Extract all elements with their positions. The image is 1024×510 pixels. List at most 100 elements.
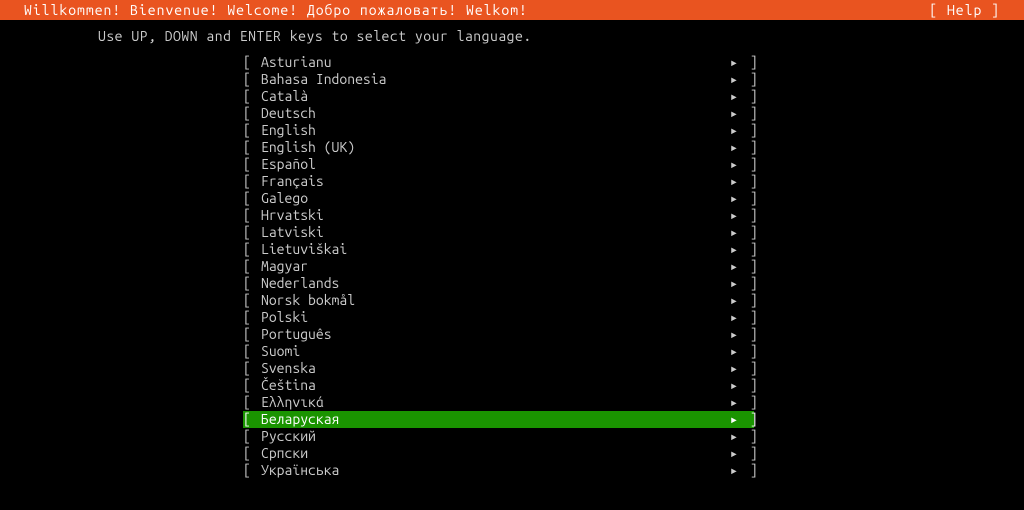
bracket-right: ] [742, 156, 754, 173]
bracket-right: ] [742, 207, 754, 224]
chevron-right-icon: ▸ [726, 139, 742, 156]
chevron-right-icon: ▸ [726, 258, 742, 275]
header-title: Willkommen! Bienvenue! Welcome! Добро по… [16, 0, 528, 20]
language-option[interactable]: [ Nederlands▸ ] [243, 275, 754, 292]
bracket-right: ] [742, 88, 754, 105]
language-option[interactable]: [ Polski▸ ] [243, 309, 754, 326]
language-option[interactable]: [ Català▸ ] [243, 88, 754, 105]
language-option[interactable]: [ Galego▸ ] [243, 190, 754, 207]
bracket-right: ] [742, 411, 754, 428]
language-option[interactable]: [ Français▸ ] [243, 173, 754, 190]
bracket-left: [ [243, 88, 261, 105]
bracket-left: [ [243, 173, 261, 190]
chevron-right-icon: ▸ [726, 71, 742, 88]
language-name: Nederlands [261, 275, 726, 292]
bracket-left: [ [243, 275, 261, 292]
bracket-left: [ [243, 139, 261, 156]
chevron-right-icon: ▸ [726, 462, 742, 479]
language-name: Galego [261, 190, 726, 207]
language-name: English (UK) [261, 139, 726, 156]
bracket-left: [ [243, 122, 261, 139]
bracket-left: [ [243, 343, 261, 360]
chevron-right-icon: ▸ [726, 88, 742, 105]
help-button[interactable]: [ Help ] [929, 0, 1008, 20]
bracket-right: ] [742, 326, 754, 343]
bracket-left: [ [243, 411, 261, 428]
bracket-right: ] [742, 105, 754, 122]
chevron-right-icon: ▸ [726, 309, 742, 326]
chevron-right-icon: ▸ [726, 445, 742, 462]
bracket-right: ] [742, 71, 754, 88]
instruction-text: Use UP, DOWN and ENTER keys to select yo… [0, 20, 1024, 54]
bracket-left: [ [243, 190, 261, 207]
language-name: Français [261, 173, 726, 190]
chevron-right-icon: ▸ [726, 343, 742, 360]
chevron-right-icon: ▸ [726, 360, 742, 377]
bracket-left: [ [243, 360, 261, 377]
language-option[interactable]: [ Asturianu▸ ] [243, 54, 754, 71]
chevron-right-icon: ▸ [726, 54, 742, 71]
language-name: Polski [261, 309, 726, 326]
language-name: Español [261, 156, 726, 173]
chevron-right-icon: ▸ [726, 122, 742, 139]
chevron-right-icon: ▸ [726, 275, 742, 292]
language-option[interactable]: [ Deutsch▸ ] [243, 105, 754, 122]
chevron-right-icon: ▸ [726, 207, 742, 224]
language-option[interactable]: [ English (UK)▸ ] [243, 139, 754, 156]
language-name: Català [261, 88, 726, 105]
language-option[interactable]: [ Čeština▸ ] [243, 377, 754, 394]
bracket-right: ] [742, 309, 754, 326]
bracket-left: [ [243, 105, 261, 122]
bracket-left: [ [243, 224, 261, 241]
chevron-right-icon: ▸ [726, 428, 742, 445]
bracket-right: ] [742, 428, 754, 445]
language-option[interactable]: [ Русский▸ ] [243, 428, 754, 445]
bracket-left: [ [243, 377, 261, 394]
bracket-right: ] [742, 394, 754, 411]
language-option[interactable]: [ English▸ ] [243, 122, 754, 139]
bracket-right: ] [742, 122, 754, 139]
bracket-left: [ [243, 394, 261, 411]
bracket-right: ] [742, 377, 754, 394]
bracket-left: [ [243, 71, 261, 88]
bracket-left: [ [243, 326, 261, 343]
bracket-right: ] [742, 343, 754, 360]
bracket-left: [ [243, 156, 261, 173]
chevron-right-icon: ▸ [726, 241, 742, 258]
chevron-right-icon: ▸ [726, 224, 742, 241]
header-bar: Willkommen! Bienvenue! Welcome! Добро по… [0, 0, 1024, 20]
language-name: Latviski [261, 224, 726, 241]
bracket-left: [ [243, 241, 261, 258]
language-option[interactable]: [ Українська▸ ] [243, 462, 754, 479]
language-option[interactable]: [ Lietuviškai▸ ] [243, 241, 754, 258]
language-option[interactable]: [ Suomi▸ ] [243, 343, 754, 360]
bracket-left: [ [243, 207, 261, 224]
language-list: [ Asturianu▸ ][ Bahasa Indonesia▸ ][ Cat… [0, 54, 1024, 479]
bracket-right: ] [742, 445, 754, 462]
language-option[interactable]: [ Norsk bokmål▸ ] [243, 292, 754, 309]
language-option[interactable]: [ Svenska▸ ] [243, 360, 754, 377]
language-name: English [261, 122, 726, 139]
chevron-right-icon: ▸ [726, 156, 742, 173]
language-option[interactable]: [ Español▸ ] [243, 156, 754, 173]
chevron-right-icon: ▸ [726, 190, 742, 207]
language-option[interactable]: [ Беларуская▸ ] [243, 411, 754, 428]
language-name: Asturianu [261, 54, 726, 71]
language-option[interactable]: [ Bahasa Indonesia▸ ] [243, 71, 754, 88]
language-option[interactable]: [ Português▸ ] [243, 326, 754, 343]
bracket-left: [ [243, 54, 261, 71]
language-option[interactable]: [ Latviski▸ ] [243, 224, 754, 241]
bracket-left: [ [243, 258, 261, 275]
bracket-right: ] [742, 292, 754, 309]
language-name: Русский [261, 428, 726, 445]
bracket-left: [ [243, 445, 261, 462]
language-option[interactable]: [ Magyar▸ ] [243, 258, 754, 275]
bracket-right: ] [742, 139, 754, 156]
language-option[interactable]: [ Ελληνικά▸ ] [243, 394, 754, 411]
language-option[interactable]: [ Hrvatski▸ ] [243, 207, 754, 224]
bracket-left: [ [243, 309, 261, 326]
bracket-right: ] [742, 275, 754, 292]
language-name: Lietuviškai [261, 241, 726, 258]
language-name: Čeština [261, 377, 726, 394]
language-option[interactable]: [ Српски▸ ] [243, 445, 754, 462]
